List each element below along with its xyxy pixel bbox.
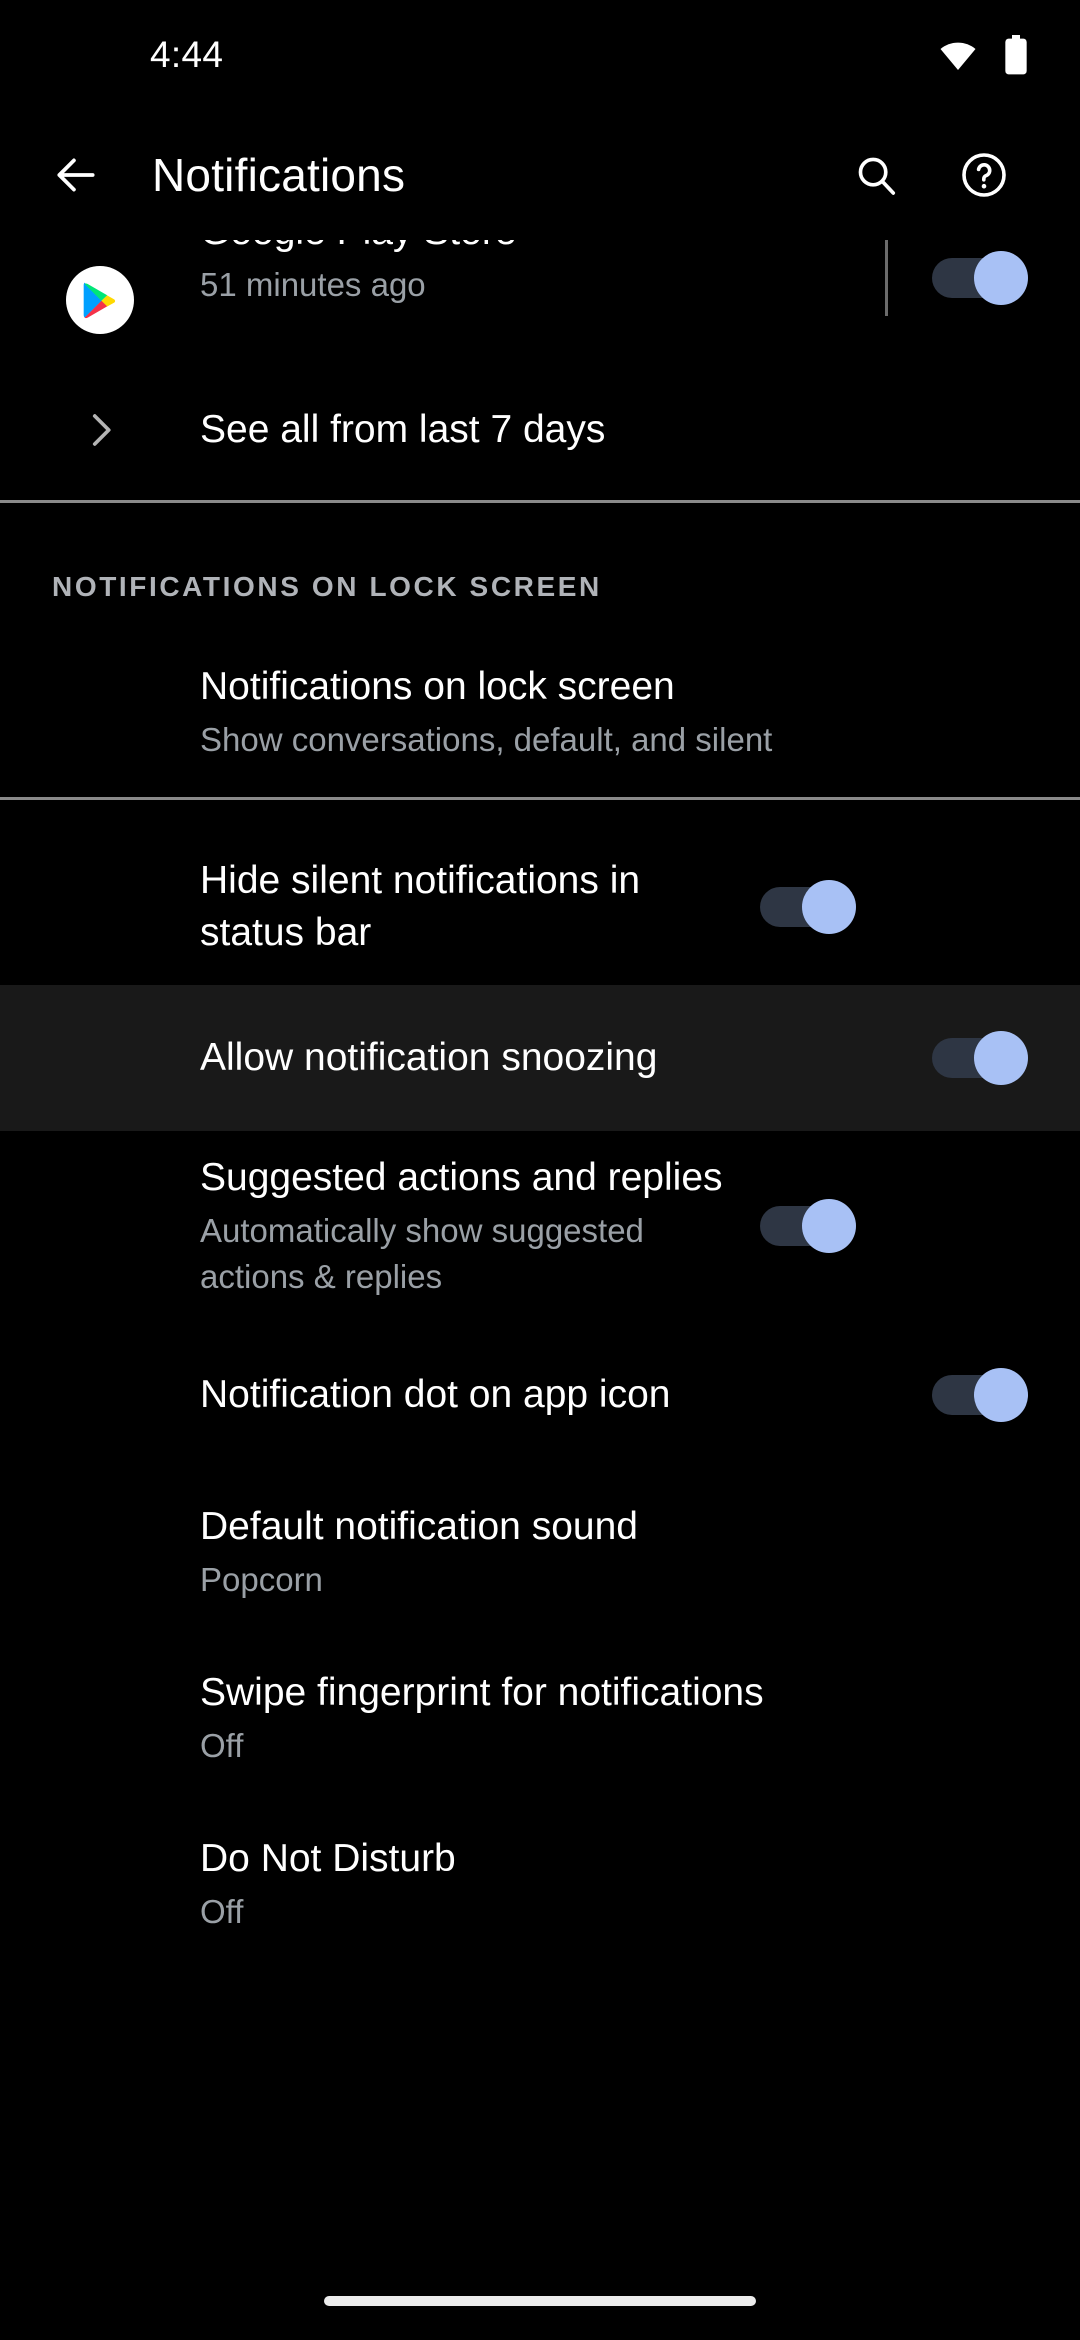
status-bar: 4:44 bbox=[0, 0, 1080, 110]
recent-notification-timestamp: 51 minutes ago bbox=[200, 266, 426, 303]
recent-notification-icon-wrap bbox=[0, 240, 200, 360]
do-not-disturb-title: Do Not Disturb bbox=[200, 1837, 456, 1880]
default-sound-subtitle: Popcorn bbox=[200, 1561, 323, 1598]
lock-screen-row-title: Notifications on lock screen bbox=[200, 665, 675, 708]
arrow-back-icon bbox=[57, 158, 95, 192]
swipe-fingerprint-row[interactable]: Swipe fingerprint for notifications Off bbox=[0, 1635, 1080, 1801]
battery-full-icon bbox=[1004, 35, 1028, 75]
suggested-actions-toggle[interactable] bbox=[760, 1199, 856, 1253]
notifications-settings-screen: 4:44 Notifications 51 minutes ago See al… bbox=[0, 0, 1080, 2340]
notification-dot-body: Notification dot on app icon bbox=[200, 1369, 932, 1421]
toggle-thumb bbox=[974, 1031, 1028, 1085]
home-gesture-pill[interactable] bbox=[324, 2296, 756, 2306]
allow-notification-snoozing-row[interactable]: Allow notification snoozing bbox=[0, 985, 1080, 1131]
toggle-thumb bbox=[974, 251, 1028, 305]
hide-silent-title: Hide silent notifications in status bar bbox=[200, 858, 641, 954]
recent-notification-row[interactable]: Google Play Store 51 minutes ago bbox=[0, 240, 1080, 360]
settings-list: Google Play Store 51 minutes ago See all… bbox=[0, 240, 1080, 1967]
default-sound-body: Default notification sound Popcorn bbox=[200, 1501, 1028, 1603]
recent-notification-app-name: Google Play Store bbox=[200, 240, 865, 258]
see-all-label: See all from last 7 days bbox=[200, 408, 606, 451]
do-not-disturb-subtitle: Off bbox=[200, 1893, 244, 1930]
see-all-body: See all from last 7 days bbox=[200, 404, 1028, 456]
app-bar-actions bbox=[848, 147, 1012, 203]
recent-notification-trailing bbox=[885, 240, 1028, 316]
status-bar-icons bbox=[938, 35, 1028, 75]
notification-dot-title: Notification dot on app icon bbox=[200, 1373, 671, 1416]
see-all-icon-wrap bbox=[0, 409, 200, 451]
see-all-row[interactable]: See all from last 7 days bbox=[0, 360, 1080, 500]
do-not-disturb-row[interactable]: Do Not Disturb Off bbox=[0, 1801, 1080, 1967]
notifications-on-lock-screen-row[interactable]: Notifications on lock screen Show conver… bbox=[0, 627, 1080, 797]
snoozing-trail bbox=[932, 1031, 1028, 1085]
swipe-fingerprint-title: Swipe fingerprint for notifications bbox=[200, 1671, 764, 1714]
recent-notification-text: Google Play Store 51 minutes ago bbox=[200, 240, 885, 308]
wifi-icon bbox=[938, 35, 978, 75]
lock-screen-section-header: NOTIFICATIONS ON LOCK SCREEN bbox=[52, 571, 602, 602]
suggested-actions-title: Suggested actions and replies bbox=[200, 1156, 723, 1199]
lock-screen-section-header-wrap: NOTIFICATIONS ON LOCK SCREEN bbox=[0, 503, 1080, 627]
status-bar-clock: 4:44 bbox=[150, 34, 224, 75]
swipe-fingerprint-subtitle: Off bbox=[200, 1727, 244, 1764]
default-notification-sound-row[interactable]: Default notification sound Popcorn bbox=[0, 1469, 1080, 1635]
notification-dot-toggle[interactable] bbox=[932, 1368, 1028, 1422]
snoozing-toggle[interactable] bbox=[932, 1031, 1028, 1085]
google-play-store-icon bbox=[66, 266, 134, 334]
suggested-actions-body: Suggested actions and replies Automatica… bbox=[200, 1152, 760, 1300]
snoozing-body: Allow notification snoozing bbox=[200, 1032, 932, 1084]
back-button[interactable] bbox=[24, 150, 128, 200]
app-bar: Notifications bbox=[0, 110, 1080, 240]
hide-silent-trail bbox=[760, 879, 856, 934]
notification-dot-row[interactable]: Notification dot on app icon bbox=[0, 1321, 1080, 1469]
help-circle-icon bbox=[962, 153, 1006, 197]
vertical-divider bbox=[885, 240, 888, 316]
hide-silent-body: Hide silent notifications in status bar bbox=[200, 855, 760, 959]
recent-notification-toggle[interactable] bbox=[932, 251, 1028, 305]
lock-screen-row-subtitle: Show conversations, default, and silent bbox=[200, 721, 773, 758]
search-icon bbox=[858, 157, 896, 195]
do-not-disturb-body: Do Not Disturb Off bbox=[200, 1833, 1028, 1935]
toggle-thumb bbox=[802, 879, 856, 934]
swipe-fingerprint-body: Swipe fingerprint for notifications Off bbox=[200, 1667, 1028, 1769]
hide-silent-toggle[interactable] bbox=[760, 879, 856, 934]
help-button[interactable] bbox=[956, 147, 1012, 203]
search-button[interactable] bbox=[848, 147, 904, 203]
page-title: Notifications bbox=[152, 149, 406, 201]
suggested-actions-row[interactable]: Suggested actions and replies Automatica… bbox=[0, 1131, 1080, 1321]
toggle-thumb bbox=[802, 1199, 856, 1253]
default-sound-title: Default notification sound bbox=[200, 1505, 638, 1548]
suggested-actions-subtitle: Automatically show suggested actions & r… bbox=[200, 1212, 644, 1295]
hide-silent-notifications-row[interactable]: Hide silent notifications in status bar bbox=[0, 800, 1080, 985]
toggle-thumb bbox=[974, 1368, 1028, 1422]
notification-dot-trail bbox=[932, 1368, 1028, 1422]
chevron-right-icon bbox=[92, 414, 111, 446]
lock-screen-row-body: Notifications on lock screen Show conver… bbox=[200, 661, 1028, 763]
snoozing-title: Allow notification snoozing bbox=[200, 1036, 658, 1079]
suggested-actions-trail bbox=[760, 1199, 856, 1253]
